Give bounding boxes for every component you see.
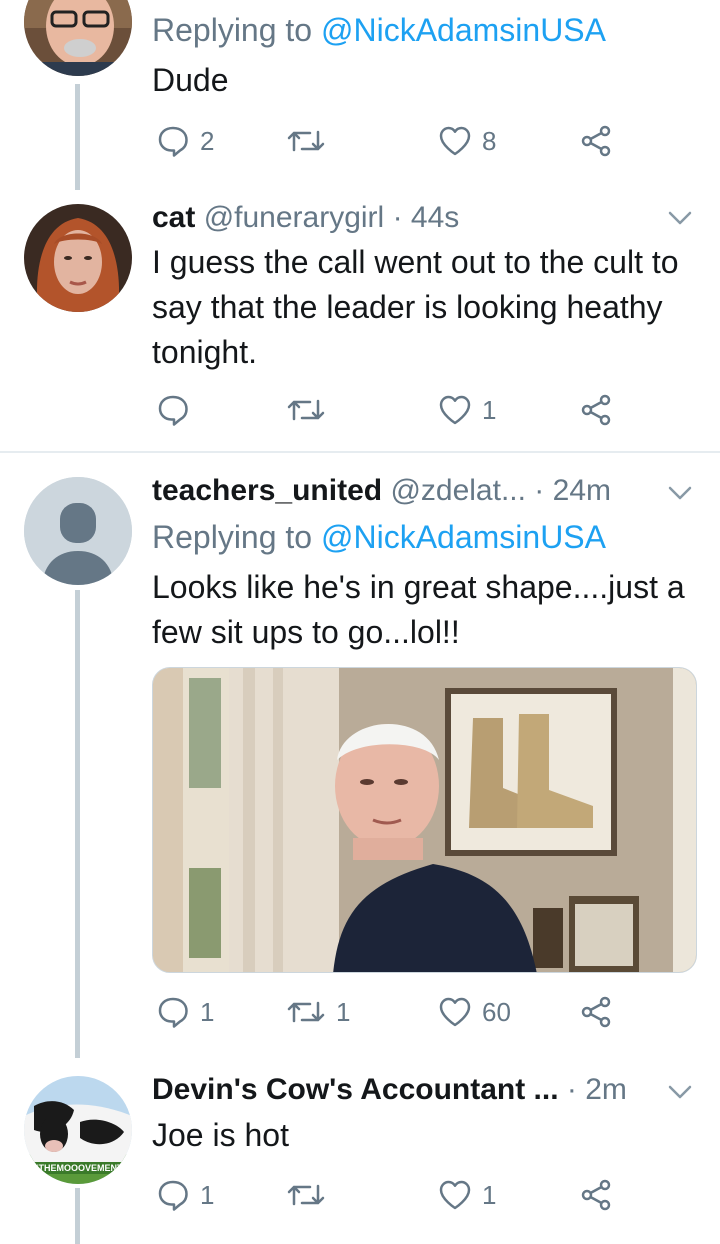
share-button[interactable]: [580, 121, 612, 161]
share-icon: [581, 394, 611, 426]
tweet-actions: 2 8: [152, 121, 622, 161]
tweet-actions: 1 1 60: [152, 992, 622, 1032]
heart-icon: [439, 1180, 471, 1210]
retweet-button[interactable]: [286, 121, 336, 161]
timestamp[interactable]: 2m: [585, 1073, 627, 1106]
replying-to: Replying to @NickAdamsinUSA: [152, 12, 606, 48]
retweet-count: 1: [336, 996, 351, 1027]
like-count: 8: [482, 125, 497, 156]
user-handle[interactable]: @zdelat...: [390, 474, 526, 507]
reply-icon: [158, 395, 188, 426]
display-name[interactable]: cat: [152, 201, 195, 234]
user-handle[interactable]: @funerarygirl: [204, 201, 385, 234]
reply-button[interactable]: 1: [156, 1175, 214, 1215]
reply-icon: [158, 997, 188, 1028]
like-count: 1: [482, 394, 497, 425]
tweet-text: Looks like he's in great shape....just a…: [152, 569, 685, 650]
like-button[interactable]: 1: [438, 1175, 496, 1215]
timestamp[interactable]: 24m: [553, 474, 611, 507]
share-button[interactable]: [580, 1175, 612, 1215]
tweet-1[interactable]: Replying to @NickAdamsinUSA Dude 2 8: [0, 0, 720, 190]
share-button[interactable]: [580, 390, 612, 430]
thread-line: [75, 590, 80, 1058]
retweet-icon: [287, 130, 325, 152]
avatar[interactable]: [24, 0, 132, 76]
avatar[interactable]: #THEMOOOVEMENT: [24, 1076, 132, 1184]
reply-count: 2: [200, 125, 215, 156]
mention-link[interactable]: @NickAdamsinUSA: [321, 12, 606, 48]
retweet-icon: [287, 1184, 325, 1206]
like-count: 1: [482, 1179, 497, 1210]
tweet-4[interactable]: #THEMOOOVEMENT Devin's Cow's Accountant …: [0, 1058, 720, 1244]
share-icon: [581, 125, 611, 157]
separator-dot: ·: [392, 201, 403, 234]
tweet-header: Devin's Cow's Accountant ... · 2m: [152, 1070, 627, 1110]
reply-count: 1: [200, 1179, 215, 1210]
reply-count: 1: [200, 996, 215, 1027]
default-avatar[interactable]: [24, 477, 132, 585]
share-icon: [581, 1179, 611, 1211]
tweet-3[interactable]: teachers_united @zdelat... · 24m Replyin…: [0, 453, 720, 1058]
like-count: 60: [482, 996, 511, 1027]
share-button[interactable]: [580, 992, 612, 1032]
tweet-header: cat @funerarygirl · 44s: [152, 198, 459, 238]
thread-line: [75, 1188, 80, 1244]
chevron-down-icon[interactable]: [668, 1080, 692, 1104]
share-icon: [581, 996, 611, 1028]
reply-button[interactable]: 2: [156, 121, 214, 161]
chevron-down-icon[interactable]: [668, 481, 692, 505]
separator-dot: ·: [566, 1073, 577, 1106]
thread-line: [75, 84, 80, 190]
tweet-text: I guess the call went out to the cult to…: [152, 244, 679, 370]
like-button[interactable]: 8: [438, 121, 496, 161]
avatar-caption: #THEMOOOVEMENT: [33, 1163, 123, 1173]
reply-icon: [158, 126, 188, 157]
retweet-button[interactable]: 1: [286, 992, 350, 1032]
tweet-photo[interactable]: [152, 667, 697, 973]
display-name[interactable]: teachers_united: [152, 474, 382, 507]
reply-icon: [158, 1180, 188, 1211]
like-button[interactable]: 1: [438, 390, 496, 430]
retweet-button[interactable]: [286, 390, 336, 430]
reply-button[interactable]: [156, 390, 200, 430]
heart-icon: [439, 126, 471, 156]
like-button[interactable]: 60: [438, 992, 511, 1032]
retweet-icon: [287, 1001, 325, 1023]
chevron-down-icon[interactable]: [668, 206, 692, 230]
retweet-icon: [287, 399, 325, 421]
retweet-button[interactable]: [286, 1175, 336, 1215]
reply-button[interactable]: 1: [156, 992, 214, 1032]
tweet-text: Joe is hot: [152, 1117, 289, 1153]
tweet-text: Dude: [152, 62, 229, 98]
replying-to: Replying to @NickAdamsinUSA: [152, 519, 606, 555]
mention-link[interactable]: @NickAdamsinUSA: [321, 519, 606, 555]
heart-icon: [439, 395, 471, 425]
timestamp[interactable]: 44s: [411, 201, 459, 234]
tweet-actions: 1: [152, 390, 622, 430]
separator-dot: ·: [534, 474, 545, 507]
tweet-actions: 1 1: [152, 1175, 622, 1215]
tweet-2[interactable]: cat @funerarygirl · 44s I guess the call…: [0, 190, 720, 452]
avatar[interactable]: [24, 204, 132, 312]
heart-icon: [439, 997, 471, 1027]
tweet-header: teachers_united @zdelat... · 24m: [152, 471, 611, 511]
display-name[interactable]: Devin's Cow's Accountant ...: [152, 1073, 559, 1106]
